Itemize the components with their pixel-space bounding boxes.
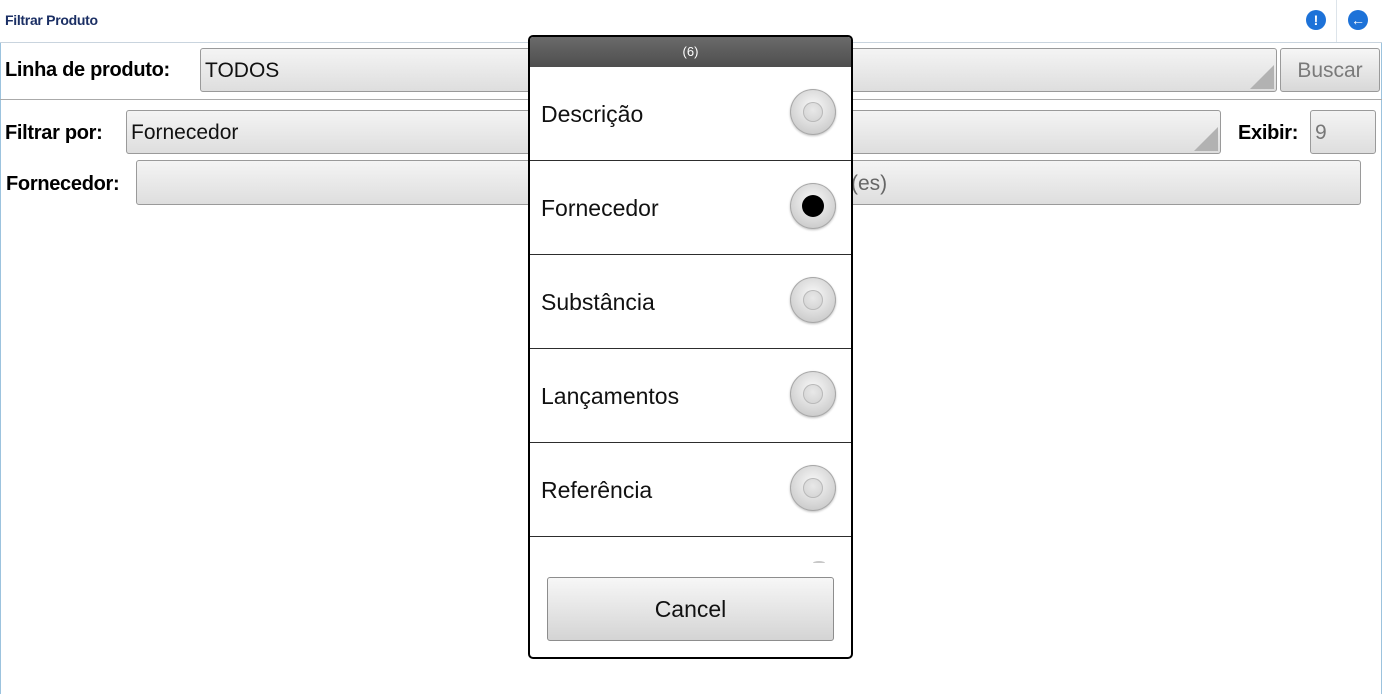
option-substancia[interactable]: Substância (530, 255, 851, 349)
page-title: Filtrar Produto (5, 12, 98, 28)
option-label: Fornecedor (541, 195, 659, 221)
option-label: Lançamentos (541, 383, 680, 409)
dropdown-corner-icon (1250, 65, 1274, 89)
dialog-title: (6) (530, 37, 851, 67)
radio-button[interactable] (790, 465, 836, 511)
option-descricao[interactable]: Descrição (530, 67, 851, 161)
radio-button-selected[interactable] (790, 183, 836, 229)
filtrar-por-label: Filtrar por: (5, 122, 103, 144)
back-arrow-icon[interactable]: ← (1348, 10, 1368, 30)
radio-button[interactable] (790, 89, 836, 135)
buscar-button[interactable]: Buscar (1280, 48, 1380, 92)
cancel-button[interactable]: Cancel (547, 577, 834, 641)
fornecedor-value: (es) (851, 172, 888, 195)
linha-produto-label: Linha de produto: (5, 59, 170, 81)
exibir-value: 9 (1315, 121, 1327, 144)
filtrar-por-value: Fornecedor (131, 121, 239, 144)
window-border-left (0, 0, 1, 694)
option-lancamentos[interactable]: Lançamentos (530, 349, 851, 443)
filter-options-dialog: (6) Descrição Fornecedor Substância Lanç… (528, 35, 853, 659)
dropdown-corner-icon (1194, 127, 1218, 151)
header-divider (1336, 0, 1337, 42)
radio-button[interactable] (790, 277, 836, 323)
option-label: Descrição (541, 101, 644, 127)
radio-button[interactable] (790, 371, 836, 417)
option-label: Substância (541, 289, 655, 315)
option-referencia[interactable]: Referência (530, 443, 851, 537)
info-icon[interactable]: ! (1306, 10, 1326, 30)
exibir-label: Exibir: (1238, 122, 1299, 144)
partial-radio-button (813, 561, 825, 565)
exibir-input[interactable]: 9 (1310, 110, 1376, 154)
option-fornecedor[interactable]: Fornecedor (530, 161, 851, 255)
fornecedor-label: Fornecedor: (6, 173, 120, 195)
linha-produto-value: TODOS (205, 59, 280, 82)
option-label: Referência (541, 477, 653, 503)
